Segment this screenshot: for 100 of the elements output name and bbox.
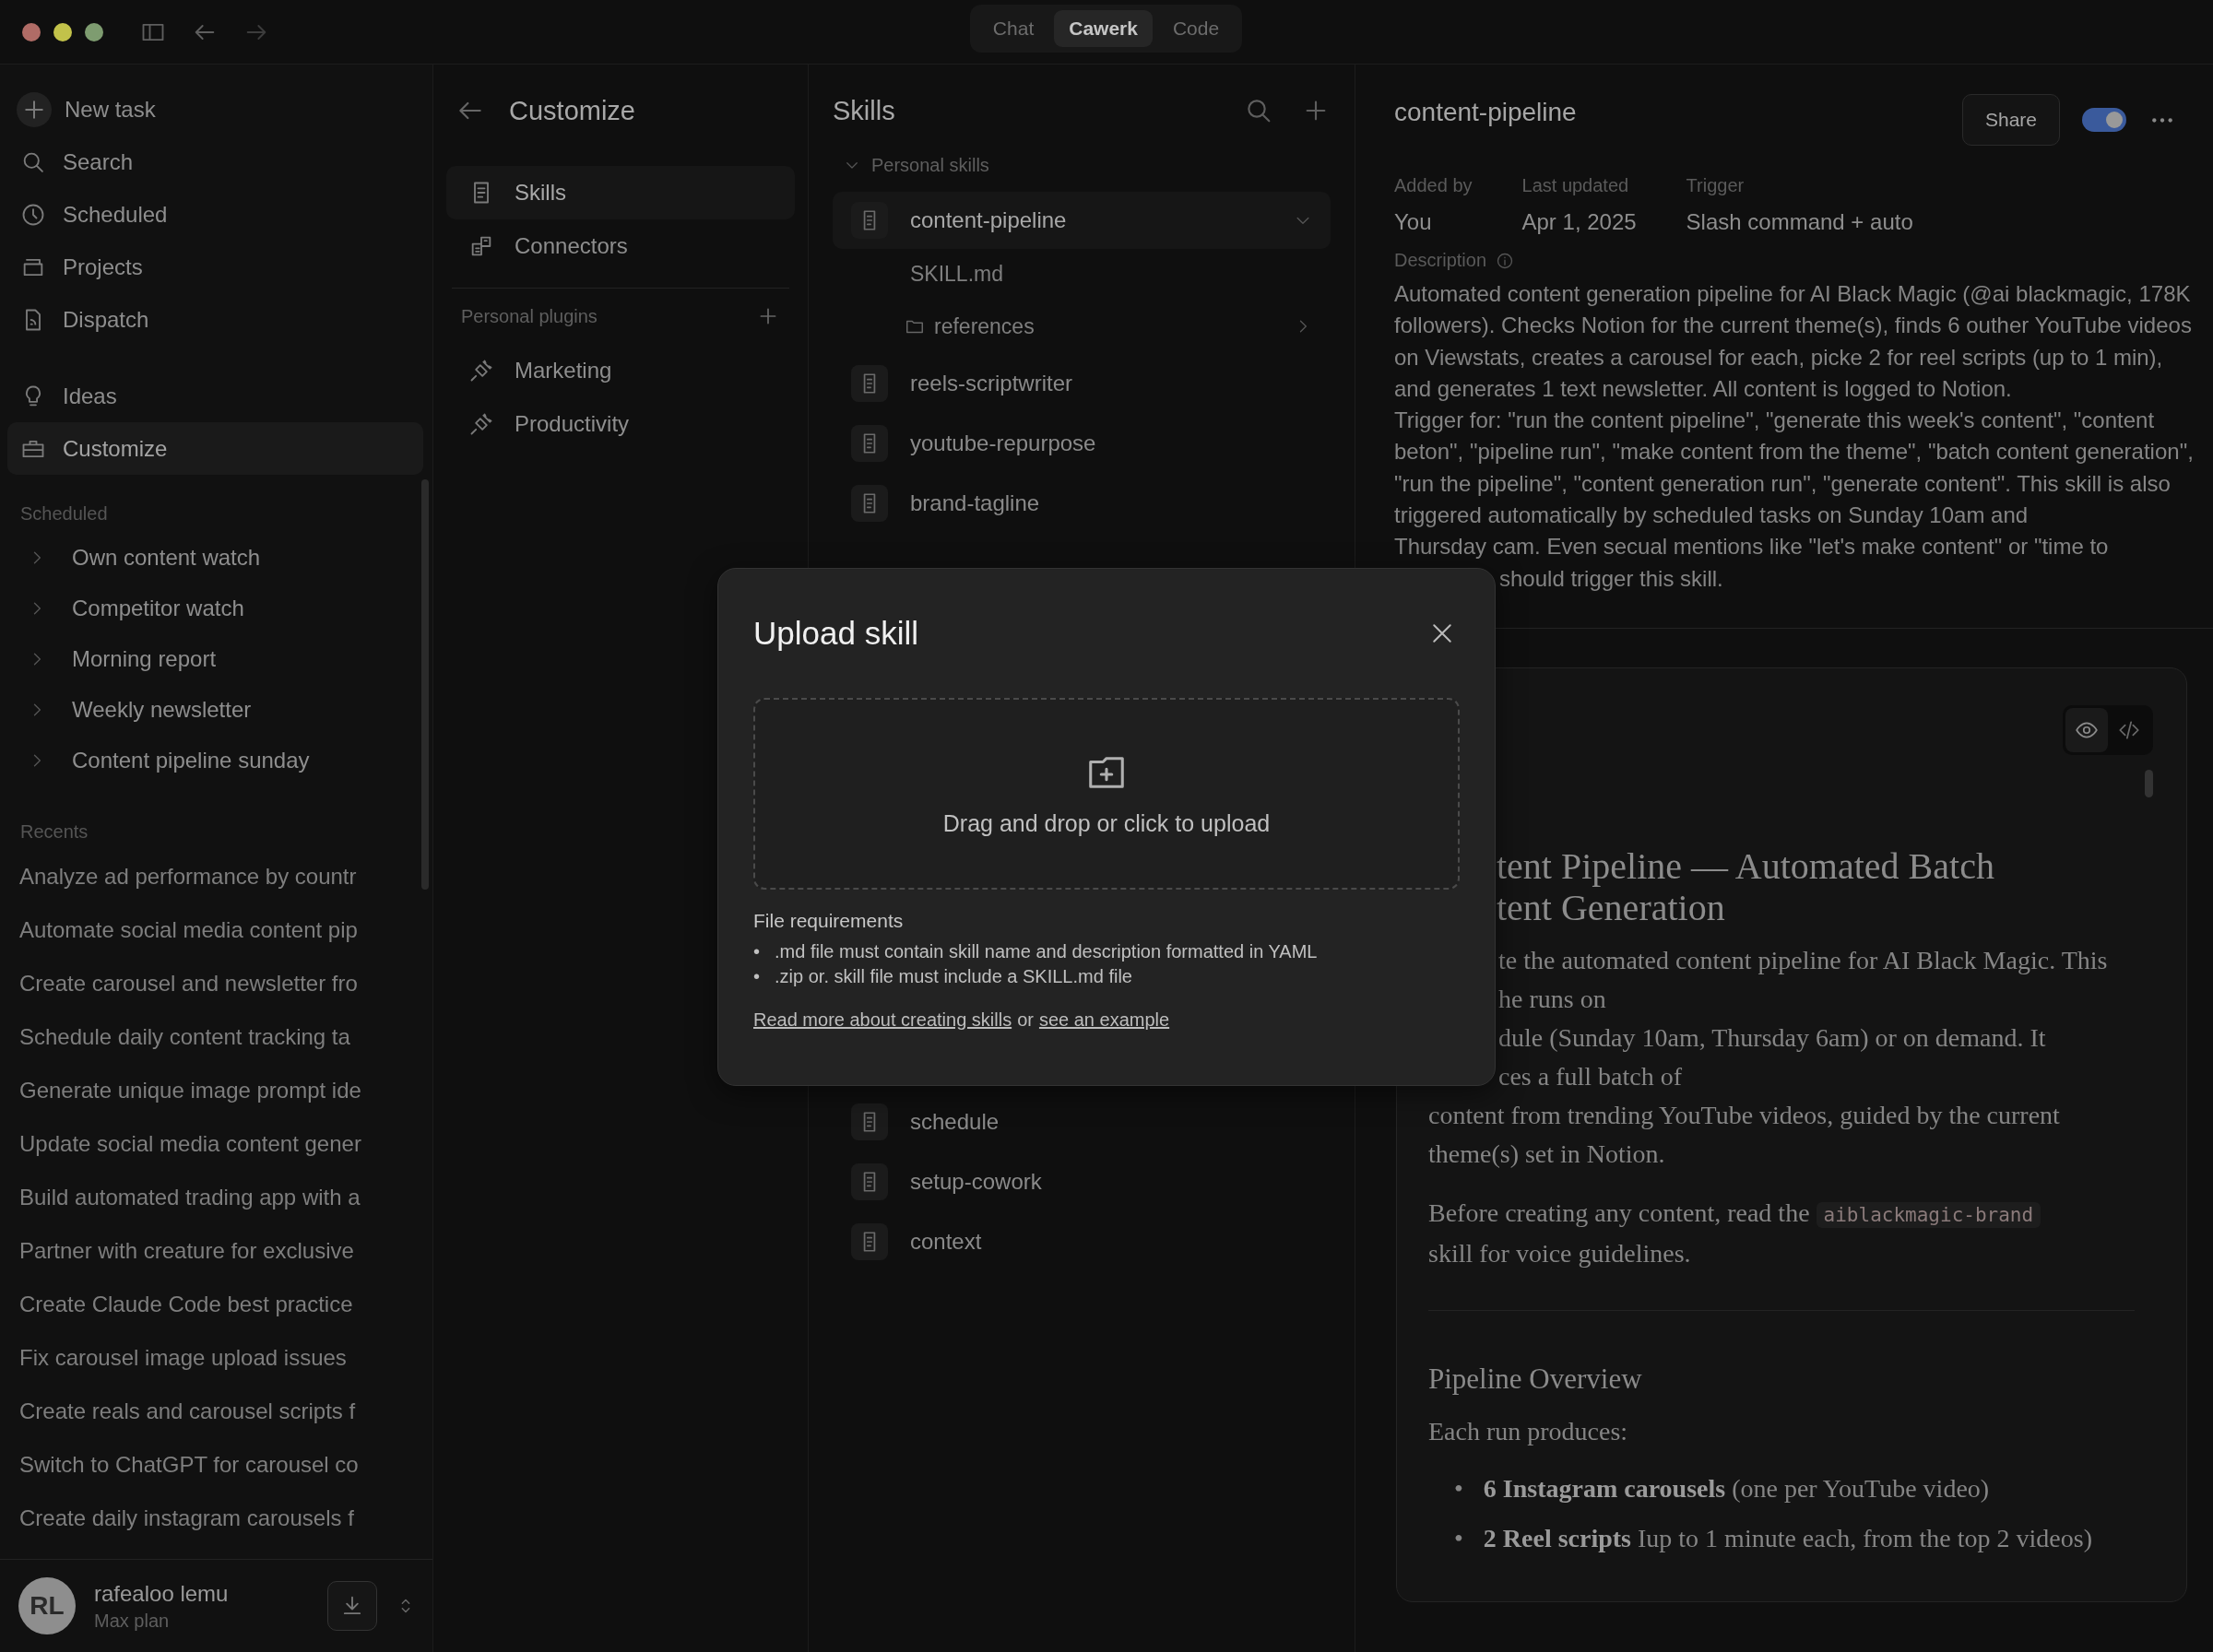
close-window-button[interactable] xyxy=(22,22,41,41)
recent-task[interactable]: Schedule daily content tracking ta xyxy=(7,1010,423,1064)
enable-toggle[interactable] xyxy=(2082,108,2126,132)
scheduled-task[interactable]: Content pipeline sunday xyxy=(7,735,423,785)
plus-icon xyxy=(17,91,52,127)
requirement-item: .md file must contain skill name and description formatted in YAML xyxy=(775,940,1318,963)
skill-item[interactable]: brand-tagline xyxy=(833,473,1331,533)
section-heading: Scheduled xyxy=(19,502,109,525)
skill-file-icon xyxy=(851,1162,888,1200)
recent-task[interactable]: Analyze ad performance by countr xyxy=(7,850,423,903)
section-heading: Personal plugins xyxy=(461,305,598,327)
scheduled-task[interactable]: Morning report xyxy=(7,633,423,684)
group-toggle[interactable]: Personal skills xyxy=(833,138,1331,192)
recent-task[interactable]: Fix carousel image upload issues xyxy=(7,1331,423,1385)
more-icon[interactable] xyxy=(2150,115,2174,124)
plugin-item[interactable]: Productivity xyxy=(446,397,795,451)
scheduled-task[interactable]: Own content watch xyxy=(7,532,423,583)
description-text: Automated content generation pipeline for AI Black Magic (@ai blackmagic, 178K followers). Checks Notion for the current theme(s), finds 6 outher YouTube videos on Viewstats, creates a carousel for each, picke 2 for reel scripts (up to 1 min), and generates 1 text newsletter. All content is logged to Notion. xyxy=(1394,280,2193,403)
skill-item[interactable]: setup-cowork xyxy=(833,1151,1331,1211)
description-text: Thursday cam. Even secual mentions like "let's make content" or "time to xyxy=(1394,533,2110,561)
minimize-window-button[interactable] xyxy=(53,22,72,41)
nav-item[interactable]: Customize xyxy=(7,422,423,475)
description-label: Description xyxy=(1394,250,1487,271)
skill-file-icon xyxy=(851,1103,888,1140)
panel-title: Skills xyxy=(833,95,896,126)
plan-label: Max plan xyxy=(94,1610,171,1632)
requirement-item: .zip or. skill file must include a SKILL.md file xyxy=(775,965,1132,988)
skill-file-icon xyxy=(851,1222,888,1260)
nav-item[interactable]: Ideas xyxy=(7,370,423,422)
scrollbar[interactable] xyxy=(421,479,429,890)
bullet-mark: • xyxy=(1454,1522,1463,1554)
meta-label: Added by xyxy=(1394,175,1473,196)
share-button[interactable]: Share xyxy=(1961,94,2060,146)
link-separator: or xyxy=(1017,1009,1034,1031)
meta-value: Slash command + auto xyxy=(1686,209,1913,235)
maximize-window-button[interactable] xyxy=(85,22,103,41)
skill-title: content-pipeline xyxy=(1394,98,1578,127)
document-heading: tent Generation xyxy=(1497,886,1725,928)
recent-task[interactable]: Build automated trading app with a xyxy=(7,1171,423,1224)
scrollbar[interactable] xyxy=(2145,769,2153,797)
panel-title: Customize xyxy=(509,95,635,126)
meta-value: You xyxy=(1394,209,1433,235)
mode-tab[interactable]: Code xyxy=(1157,10,1235,47)
scheduled-task[interactable]: Competitor watch xyxy=(7,583,423,633)
skill-item[interactable]: content-pipeline xyxy=(833,192,1331,249)
recent-task[interactable]: Automate social media content pip xyxy=(7,903,423,957)
skill-file-icon xyxy=(851,424,888,462)
menu-item[interactable]: Connectors xyxy=(446,219,795,273)
plug-icon xyxy=(468,358,494,384)
recent-task[interactable]: Create carousel and newsletter fro xyxy=(7,957,423,1010)
nav-item[interactable]: Scheduled xyxy=(7,188,423,241)
nav-item[interactable]: New task xyxy=(7,83,423,136)
recent-task[interactable]: Generate unique image prompt ide xyxy=(7,1064,423,1117)
skill-file-icon xyxy=(851,484,888,522)
plugin-item[interactable]: Marketing xyxy=(446,344,795,397)
mode-tab[interactable]: Cawerk xyxy=(1054,10,1153,47)
eye-icon[interactable] xyxy=(2065,707,2108,752)
info-icon[interactable] xyxy=(1496,251,1515,270)
recent-task[interactable]: Update social media content gener xyxy=(7,1117,423,1171)
download-button[interactable] xyxy=(327,1581,377,1631)
nav-item[interactable]: Projects xyxy=(7,241,423,293)
user-name: rafealoo lemu xyxy=(94,1580,230,1607)
document-text: he runs on xyxy=(1498,983,1606,1015)
recent-task[interactable]: Partner with creature for exclusive xyxy=(7,1224,423,1278)
example-link[interactable]: see an example xyxy=(1038,1009,1170,1031)
mode-tab[interactable]: Chat xyxy=(977,10,1049,47)
section-heading: Recents xyxy=(19,820,89,844)
plug-icon xyxy=(468,411,494,437)
list-item: 6 Instagram carousels (one per YouTube video) xyxy=(1483,1472,1990,1504)
document-heading: tent Pipeline — Automated Batch xyxy=(1497,844,1994,887)
meta-label: Last updated xyxy=(1521,175,1630,196)
document-text: te the automated content pipeline for AI Black Magic. This xyxy=(1498,944,2108,976)
bullet-mark: • xyxy=(1454,1472,1463,1504)
skill-item[interactable]: reels-scriptwriter xyxy=(833,353,1331,413)
recent-task[interactable]: Switch to ChatGPT for carousel co xyxy=(7,1438,423,1492)
recent-task[interactable]: Create Claude Code best practice xyxy=(7,1278,423,1331)
skill-file-icon xyxy=(851,202,888,239)
skill-item[interactable]: context xyxy=(833,1211,1331,1271)
skill-item[interactable]: schedule xyxy=(833,1092,1331,1151)
description-text: should trigger this skill. xyxy=(1498,564,1724,593)
help-link[interactable]: Read more about creating skills xyxy=(753,1009,1012,1031)
document-text: dule (Sunday 10am, Thursday 6am) or on demand. It xyxy=(1498,1021,2046,1054)
menu-item[interactable]: Skills xyxy=(446,166,795,219)
section-heading: Pipeline Overview xyxy=(1428,1362,1643,1396)
file-item[interactable]: SKILL.md xyxy=(833,249,1331,300)
nav-item[interactable]: Search xyxy=(7,136,423,188)
upload-dropzone[interactable]: Drag and drop or click to upload xyxy=(753,698,1460,890)
skill-item[interactable]: youtube-repurpose xyxy=(833,413,1331,473)
scheduled-task[interactable]: Weekly newsletter xyxy=(7,684,423,735)
meta-label: Trigger xyxy=(1686,175,1746,196)
recent-task[interactable]: Create reals and carousel scripts f xyxy=(7,1385,423,1438)
avatar: RL xyxy=(18,1577,76,1634)
inline-code: aiblackmagic-brand xyxy=(1816,1201,2041,1228)
nav-item[interactable]: Dispatch xyxy=(7,293,423,346)
document-text: Each run produces: xyxy=(1428,1415,1629,1447)
recent-task[interactable]: Create daily instagram carousels f xyxy=(7,1492,423,1545)
bullet-mark: • xyxy=(753,965,760,988)
dropzone-text: Drag and drop or click to upload xyxy=(942,809,1271,837)
dialog-title: Upload skill xyxy=(753,615,918,652)
folder-item[interactable]: references xyxy=(833,300,1331,353)
